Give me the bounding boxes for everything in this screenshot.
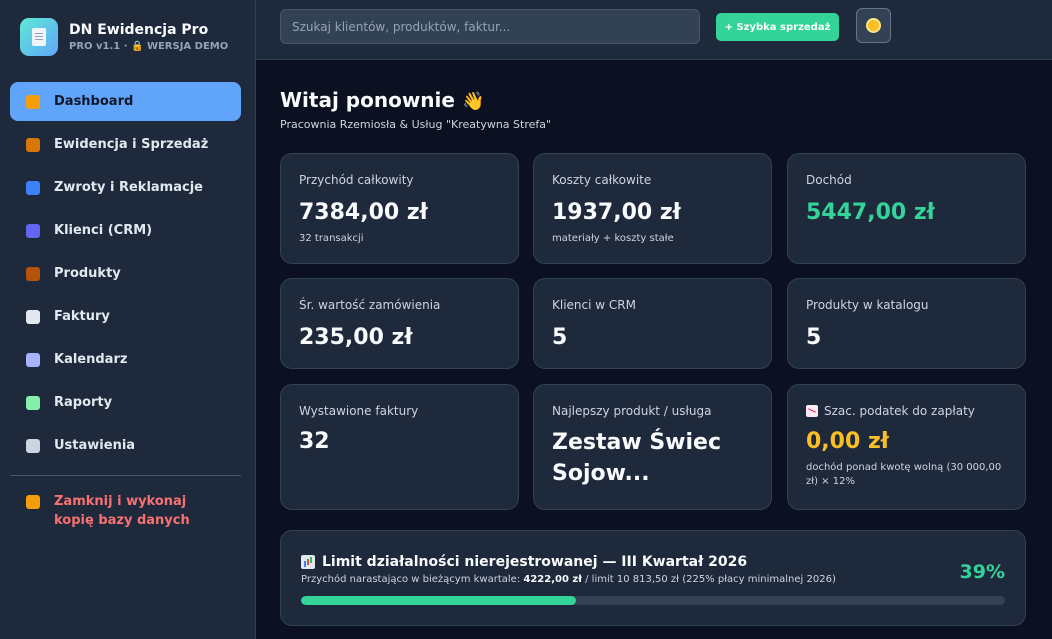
sidebar-nav: Dashboard Ewidencja i Sprzedaż Zwroty i Re…	[10, 82, 241, 469]
sidebar-item-label: Klienci (CRM)	[54, 223, 153, 238]
limit-panel: Limit działalności nierejestrowanej — II…	[280, 530, 1026, 626]
sidebar-item-label: Kalendarz	[54, 352, 128, 367]
brand-subtitle: PRO v1.1 · 🔒 WERSJA DEMO	[69, 40, 229, 52]
revenue-card: Przychód całkowity 7384,00 zł 32 transak…	[280, 153, 519, 264]
card-value: 0,00 zł	[806, 429, 889, 454]
gear-icon	[26, 438, 40, 453]
tax-label: Szac. podatek do zapłaty	[824, 404, 975, 418]
card-label: Szac. podatek do zapłaty	[806, 404, 975, 418]
brand: DN Ewidencja Pro PRO v1.1 · 🔒 WERSJA DEM…	[20, 18, 228, 56]
topbar: + Szybka sprzedaż	[256, 0, 1052, 60]
card-label: Przychód całkowity	[299, 173, 414, 187]
limit-description: Przychód narastająco w bieżącym kwartale…	[301, 574, 836, 585]
page-title: Witaj ponownie 👋	[280, 88, 484, 112]
sidebar: DN Ewidencja Pro PRO v1.1 · 🔒 WERSJA DEM…	[0, 0, 256, 639]
limit-progress-bar	[301, 596, 1005, 605]
sidebar-item-label: Produkty	[54, 266, 121, 281]
sidebar-item-label: Raporty	[54, 395, 113, 410]
card-label: Klienci w CRM	[552, 298, 636, 312]
card-label: Najlepszy produkt / usługa	[552, 404, 712, 418]
best-product-card: Najlepszy produkt / usługa Zestaw Świec …	[533, 384, 772, 510]
sidebar-divider	[10, 475, 241, 476]
card-value: 1937,00 zł	[552, 200, 681, 225]
card-value: 5447,00 zł	[806, 200, 935, 225]
invoices-card: Wystawione faktury 32	[280, 384, 519, 510]
refresh-icon	[26, 180, 40, 195]
income-card: Dochód 5447,00 zł	[787, 153, 1026, 264]
card-note: dochód ponad kwotę wolną (30 000,00 zł) …	[806, 462, 1002, 487]
sidebar-item-label: Dashboard	[54, 94, 134, 109]
business-name: Pracownia Rzemiosła & Usług "Kreatywna S…	[280, 118, 552, 131]
bar-chart-icon	[301, 555, 315, 569]
exit-backup-button[interactable]: Zamknij i wykonaj kopię bazy danych	[26, 492, 224, 530]
card-label: Śr. wartość zamówienia	[299, 298, 441, 312]
sidebar-item-label: Ewidencja i Sprzedaż	[54, 137, 209, 152]
wave-icon: 👋	[461, 91, 485, 112]
sidebar-item-ustawienia[interactable]: Ustawienia	[10, 426, 241, 465]
card-note: materiały + koszty stałe	[552, 233, 674, 244]
brand-title: DN Ewidencja Pro	[69, 21, 209, 38]
sidebar-item-label: Faktury	[54, 309, 110, 324]
progress-fill	[301, 596, 576, 605]
card-value: Zestaw Świec Sojow...	[552, 430, 721, 486]
search-input[interactable]	[280, 9, 700, 44]
sidebar-item-faktury[interactable]: Faktury	[10, 297, 241, 336]
card-value: 32	[299, 429, 330, 454]
limit-title: Limit działalności nierejestrowanej — II…	[301, 554, 747, 570]
card-value: 5	[552, 325, 568, 350]
crm-clients-card: Klienci w CRM 5	[533, 278, 772, 369]
card-label: Wystawione faktury	[299, 404, 419, 418]
sidebar-item-label: Zwroty i Reklamacje	[54, 180, 203, 195]
sidebar-item-klienci[interactable]: Klienci (CRM)	[10, 211, 241, 250]
limit-text-prefix: Przychód narastająco w bieżącym kwartale…	[301, 574, 521, 585]
sun-icon	[868, 20, 879, 31]
welcome-text: Witaj ponownie	[280, 88, 455, 112]
sidebar-item-dashboard[interactable]: Dashboard	[10, 82, 241, 121]
sidebar-item-raporty[interactable]: Raporty	[10, 383, 241, 422]
card-label: Koszty całkowite	[552, 173, 652, 187]
document-icon	[26, 309, 40, 324]
card-value: 7384,00 zł	[299, 200, 428, 225]
avg-order-card: Śr. wartość zamówienia 235,00 zł	[280, 278, 519, 369]
exit-backup-label: Zamknij i wykonaj kopię bazy danych	[54, 494, 190, 528]
sidebar-item-kalendarz[interactable]: Kalendarz	[10, 340, 241, 379]
card-label: Dochód	[806, 173, 852, 187]
sidebar-item-zwroty[interactable]: Zwroty i Reklamacje	[10, 168, 241, 207]
money-bag-icon	[26, 137, 40, 152]
sidebar-item-produkty[interactable]: Produkty	[10, 254, 241, 293]
calendar-icon	[26, 352, 40, 367]
catalog-products-card: Produkty w katalogu 5	[787, 278, 1026, 369]
sidebar-item-ewidencja[interactable]: Ewidencja i Sprzedaż	[10, 125, 241, 164]
limit-text-suffix: / limit 10 813,50 zł (225% płacy minimal…	[585, 574, 836, 585]
card-note: 32 transakcji	[299, 233, 364, 244]
bar-chart-icon	[26, 395, 40, 410]
package-icon	[26, 266, 40, 281]
chart-down-icon	[806, 405, 818, 417]
theme-toggle-button[interactable]	[856, 8, 891, 43]
home-icon	[26, 94, 40, 109]
quick-sale-button[interactable]: + Szybka sprzedaż	[716, 13, 839, 41]
sidebar-item-label: Ustawienia	[54, 438, 136, 453]
scrollbar[interactable]	[1046, 60, 1052, 639]
app-logo-icon	[20, 18, 58, 56]
card-value: 235,00 zł	[299, 325, 413, 350]
limit-percent: 39%	[959, 561, 1005, 583]
lock-icon	[26, 495, 40, 509]
costs-card: Koszty całkowite 1937,00 zł materiały + …	[533, 153, 772, 264]
limit-title-text: Limit działalności nierejestrowanej — II…	[322, 554, 748, 570]
card-label: Produkty w katalogu	[806, 298, 929, 312]
users-icon	[26, 223, 40, 238]
tax-card: Szac. podatek do zapłaty 0,00 zł dochód …	[787, 384, 1026, 510]
limit-amount: 4222,00 zł	[523, 574, 582, 585]
card-value: 5	[806, 325, 822, 350]
